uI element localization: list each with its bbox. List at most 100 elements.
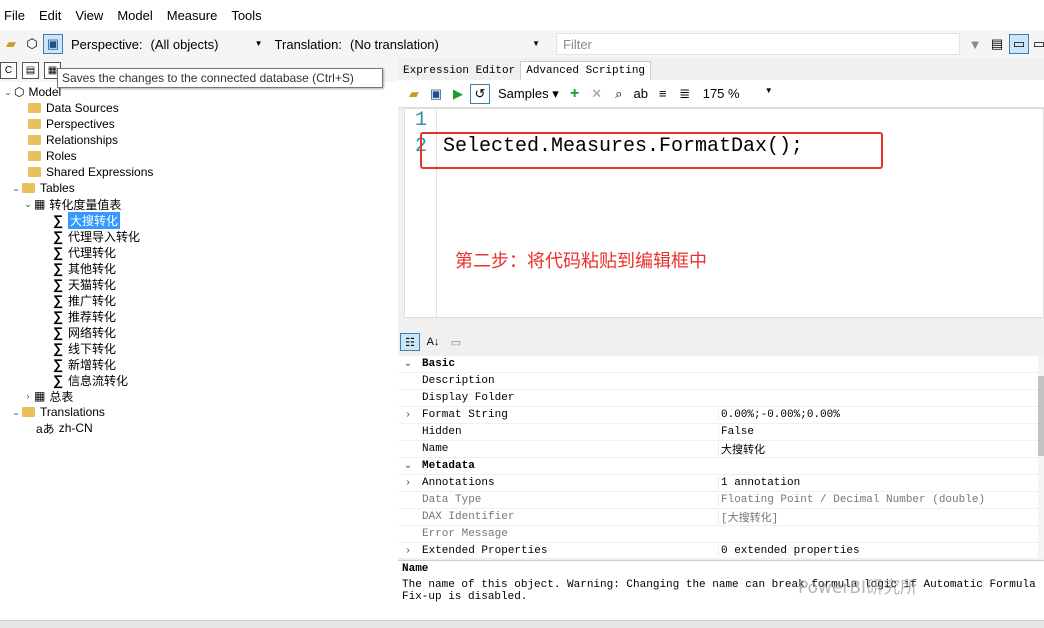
open-icon[interactable]: ▰ <box>404 84 424 104</box>
scroll-thumb[interactable] <box>1038 376 1044 456</box>
undo-icon[interactable]: ↺ <box>470 83 490 104</box>
tree-measure[interactable]: ∑ 信息流转化 <box>50 372 128 388</box>
menu-measure[interactable]: Measure <box>163 8 226 23</box>
add-icon[interactable]: + <box>565 84 585 104</box>
editor-toolbar: ▰ ▣ ▶ ↺ Samples ▾ + ✕ ⌕ ab ≡ ≣ 175 % ▼ <box>398 80 1044 108</box>
save-icon[interactable]: ▣ <box>426 84 446 104</box>
tree-node-shared-expressions[interactable]: Shared Expressions <box>28 164 153 180</box>
tree-node-relationships[interactable]: Relationships <box>28 132 118 148</box>
column-icon[interactable]: C <box>0 61 17 79</box>
tree-measure[interactable]: ∑ 推荐转化 <box>50 308 116 324</box>
tree-node-table-conversion[interactable]: ⌄ ▦ 转化度量值表 <box>22 196 121 212</box>
tree-measure[interactable]: ∑ 大搜转化 <box>50 211 121 229</box>
tree-measure[interactable]: ∑ 新增转化 <box>50 356 116 372</box>
tree-measure[interactable]: ∑ 其他转化 <box>50 260 116 276</box>
tree-node-table-total[interactable]: › ▦ 总表 <box>22 388 74 404</box>
table-icon: ▦ <box>34 389 46 403</box>
funnel-icon[interactable]: ▼ <box>965 34 985 54</box>
run-icon[interactable]: ▶ <box>448 84 468 104</box>
tree-node-model[interactable]: ⌄ ⬡ Model <box>2 84 61 100</box>
chevron-down-icon: ⌄ <box>403 359 413 370</box>
alphabetical-icon[interactable]: A↓ <box>423 333 443 351</box>
deploy-icon[interactable]: ⬡ <box>22 34 42 54</box>
prop-hidden[interactable]: Hidden False <box>398 424 1038 441</box>
menu-model[interactable]: Model <box>113 8 160 23</box>
menu-view[interactable]: View <box>71 8 111 23</box>
tree-measure[interactable]: ∑ 线下转化 <box>50 340 116 356</box>
description-panel: Name The name of this object. Warning: C… <box>398 560 1044 620</box>
folder-icon <box>28 151 41 161</box>
property-scrollbar[interactable] <box>1038 356 1044 558</box>
filter-input[interactable]: Filter <box>556 33 960 55</box>
tree-node-data-sources[interactable]: Data Sources <box>28 100 119 116</box>
tree-node-culture[interactable]: aあ zh-CN <box>36 420 93 436</box>
replace-icon[interactable]: ab <box>631 84 651 104</box>
find-icon[interactable]: ⌕ <box>609 84 629 104</box>
sigma-icon: ∑ <box>53 372 63 388</box>
chevron-down-icon: ⌄ <box>4 86 12 97</box>
translate-icon: aあ <box>36 421 55 436</box>
chevron-down-icon: ⌄ <box>24 198 32 209</box>
tab-expression-editor[interactable]: Expression Editor <box>398 62 520 80</box>
comment-icon[interactable]: ≡ <box>653 84 673 104</box>
tree-node-translations[interactable]: ⌄ Translations <box>10 404 105 420</box>
tree-measure[interactable]: ∑ 天猫转化 <box>50 276 116 292</box>
prop-data-type[interactable]: Data Type Floating Point / Decimal Numbe… <box>398 492 1038 509</box>
sigma-icon: ∑ <box>53 308 63 324</box>
uncomment-icon[interactable]: ≣ <box>675 84 695 104</box>
save-icon[interactable]: ▣ <box>43 34 63 54</box>
script-editor[interactable]: 1 2 Selected.Measures.FormatDax(); 第二步：将… <box>404 108 1044 318</box>
prop-annotations[interactable]: › Annotations 1 annotation <box>398 475 1038 492</box>
tree-measure[interactable]: ∑ 推广转化 <box>50 292 116 308</box>
prop-description[interactable]: Description <box>398 373 1038 390</box>
editor-tabs: Expression Editor Advanced Scripting <box>398 58 1044 80</box>
table-icon: ▦ <box>34 197 46 211</box>
table-icon[interactable]: ▤ <box>22 61 39 79</box>
menu-tools[interactable]: Tools <box>227 8 269 23</box>
sigma-icon: ∑ <box>53 228 63 244</box>
prop-extended-properties[interactable]: › Extended Properties 0 extended propert… <box>398 543 1038 558</box>
cube-icon: ⬡ <box>14 85 25 99</box>
prop-error-message[interactable]: Error Message <box>398 526 1038 543</box>
prop-display-folder[interactable]: Display Folder <box>398 390 1038 407</box>
prop-name[interactable]: Name 大搜转化 <box>398 441 1038 458</box>
model-tree: ⌄ ⬡ Model Data Sources Perspectives Rela… <box>0 82 398 620</box>
property-pages-icon[interactable]: ▭ <box>446 333 466 351</box>
category-basic[interactable]: ⌄ Basic <box>398 356 1038 373</box>
delete-icon[interactable]: ✕ <box>587 84 607 104</box>
sigma-icon: ∑ <box>53 212 63 228</box>
tab-advanced-scripting[interactable]: Advanced Scripting <box>520 61 652 80</box>
zoom-select[interactable]: 175 % ▼ <box>703 86 773 101</box>
tree-node-roles[interactable]: Roles <box>28 148 77 164</box>
panel-icon[interactable]: ▭ <box>1009 34 1029 54</box>
chevron-down-icon: ⌄ <box>403 461 413 472</box>
folder-icon <box>28 135 41 145</box>
menu-edit[interactable]: Edit <box>35 8 69 23</box>
tree-node-perspectives[interactable]: Perspectives <box>28 116 115 132</box>
property-grid: ⌄ Basic Description Display Folder › For… <box>398 356 1044 558</box>
tree-node-tables[interactable]: ⌄ Tables <box>10 180 74 196</box>
tree-measure[interactable]: ∑ 代理转化 <box>50 244 116 260</box>
sigma-icon: ∑ <box>53 292 63 308</box>
folder-icon <box>22 407 35 417</box>
layout-icon[interactable]: ▤ <box>987 34 1007 54</box>
menu-file[interactable]: File <box>0 8 33 23</box>
window-icon[interactable]: ▭ <box>1029 34 1044 54</box>
tree-measure[interactable]: ∑ 代理导入转化 <box>50 228 140 244</box>
folder-icon <box>28 167 41 177</box>
translation-select[interactable]: (No translation) ▼ <box>342 33 544 55</box>
chevron-down-icon: ▼ <box>254 39 263 48</box>
prop-dax-identifier[interactable]: DAX Identifier [大搜转化] <box>398 509 1038 526</box>
sigma-icon: ∑ <box>53 276 63 292</box>
categorized-icon[interactable]: ☷ <box>400 333 420 351</box>
perspective-select[interactable]: (All objects) ▼ <box>143 33 267 55</box>
status-bar <box>0 620 1044 628</box>
category-metadata[interactable]: ⌄ Metadata <box>398 458 1038 475</box>
line-number: 1 <box>415 109 428 132</box>
samples-dropdown[interactable]: Samples ▾ <box>498 86 559 102</box>
open-folder-icon[interactable]: ▰ <box>1 34 21 54</box>
chevron-right-icon: › <box>26 391 30 401</box>
menu-bar: File Edit View Model Measure Tools <box>0 0 1044 30</box>
tree-measure[interactable]: ∑ 网络转化 <box>50 324 116 340</box>
prop-format-string[interactable]: › Format String 0.00%;-0.00%;0.00% <box>398 407 1038 424</box>
